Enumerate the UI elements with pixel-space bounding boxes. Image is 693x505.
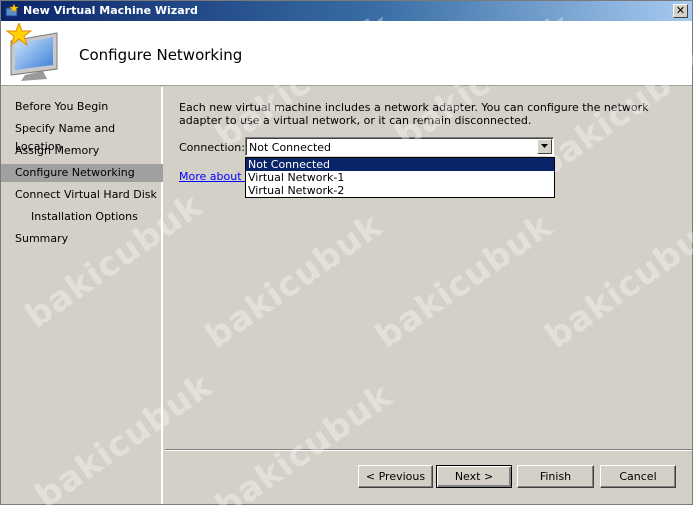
nav-item-assign-memory[interactable]: Assign Memory <box>1 142 163 160</box>
nav-item-installation-options[interactable]: Installation Options <box>1 208 163 226</box>
close-icon: ✕ <box>675 4 686 17</box>
close-button[interactable]: ✕ <box>673 4 688 18</box>
dropdown-option-virtual-network-2[interactable]: Virtual Network-2 <box>246 184 554 197</box>
connection-select[interactable]: Not Connected <box>245 137 554 156</box>
description-text: Each new virtual machine includes a netw… <box>179 101 649 127</box>
wizard-star-icon <box>5 4 19 17</box>
nav-item-summary[interactable]: Summary <box>1 230 163 248</box>
monitor-star-icon <box>5 23 58 81</box>
nav-item-specify-name-location[interactable]: Specify Name and Location <box>1 120 163 153</box>
dropdown-option-not-connected[interactable]: Not Connected <box>246 158 554 171</box>
footer-separator <box>165 449 692 451</box>
title-bar[interactable]: New Virtual Machine Wizard ✕ <box>1 1 692 21</box>
wizard-steps-nav: Before You Begin Specify Name and Locati… <box>1 87 163 504</box>
connection-select-value: Not Connected <box>249 141 332 154</box>
connection-label: Connection: <box>179 141 245 154</box>
next-button[interactable]: Next > <box>436 465 512 488</box>
finish-button[interactable]: Finish <box>517 465 594 488</box>
wizard-header: Configure Networking <box>1 21 692 86</box>
page-title: Configure Networking <box>79 46 243 64</box>
dropdown-option-virtual-network-1[interactable]: Virtual Network-1 <box>246 171 554 184</box>
wizard-window: New Virtual Machine Wizard ✕ Configure N… <box>0 0 693 505</box>
nav-item-configure-networking[interactable]: Configure Networking <box>1 164 163 182</box>
connection-dropdown-list[interactable]: Not Connected Virtual Network-1 Virtual … <box>245 157 555 198</box>
previous-button[interactable]: < Previous <box>358 465 433 488</box>
window-title: New Virtual Machine Wizard <box>23 4 198 17</box>
dropdown-arrow-button[interactable] <box>537 139 552 154</box>
nav-item-connect-vhd[interactable]: Connect Virtual Hard Disk <box>1 186 163 204</box>
wizard-content: Each new virtual machine includes a netw… <box>165 87 692 449</box>
chevron-down-icon <box>541 144 548 148</box>
nav-item-before-you-begin[interactable]: Before You Begin <box>1 98 163 116</box>
cancel-button[interactable]: Cancel <box>600 465 676 488</box>
